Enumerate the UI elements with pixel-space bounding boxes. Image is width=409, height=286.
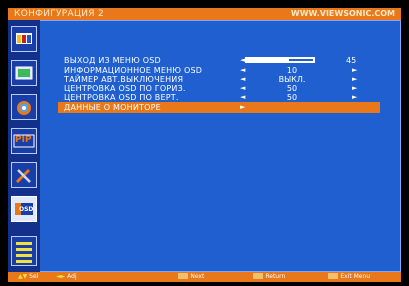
menu-item-label: ИНФОРМАЦИОННОЕ МЕНЮ OSD [64,66,203,75]
menu-item-label: ВЫХОД ИЗ МЕНЮ OSD [64,56,161,65]
setup-tools-icon[interactable] [11,162,37,188]
decrease-arrow-icon[interactable]: ◄ [240,75,245,84]
osd-label: OSD [19,206,34,213]
sleep-timer-value: ВЫКЛ. [278,75,306,84]
menu-item-monitor-info[interactable]: ДАННЫЕ О МОНИТОРЕ ► [58,102,380,113]
title-bar: КОНФИГУРАЦИЯ 2 WWW.VIEWSONIC.COM [8,8,401,20]
osd-timeout-bar-fill [246,58,289,62]
hint-return: Return [253,272,285,282]
up-down-arrows-icon: ▲▼ [18,273,28,280]
hint-adjust: ◄► Adj [56,272,77,282]
color-adjust-icon[interactable] [11,60,37,86]
brand-url: WWW.VIEWSONIC.COM [290,9,395,18]
submenu-arrow-icon: ► [240,103,246,111]
hint-select: ▲▼ Sel [18,272,38,282]
picture-adjust-icon[interactable] [11,26,37,52]
menu-item-info-osd[interactable]: ИНФОРМАЦИОННОЕ МЕНЮ OSD ◄ 10 ► [62,66,382,75]
osd-timeout-bar[interactable] [245,57,315,63]
osd-v-position-value: 50 [286,93,298,102]
increase-arrow-icon[interactable]: ► [352,66,357,75]
pip-label: PIP [15,135,32,145]
menu-item-label: ТАЙМЕР АВТ.ВЫКЛЮЧЕНИЯ [64,75,184,84]
hint-return-label: Return [265,273,286,280]
return-key-icon [253,273,264,279]
menu-item-osd-timeout[interactable]: ВЫХОД ИЗ МЕНЮ OSD ◄ 45 [62,56,382,65]
hint-exit: Exit Menu [328,272,370,282]
osd-timeout-value: 45 [346,56,357,65]
osd-screen: КОНФИГУРАЦИЯ 2 WWW.VIEWSONIC.COM PIP OSD… [0,0,409,286]
menu-item-osd-h-position[interactable]: ЦЕНТРОВКА OSD ПО ГОРИЗ. ◄ 50 ► [62,84,382,93]
hint-select-label: Sel [29,273,39,280]
osd-icon[interactable]: OSD [11,196,37,222]
info-osd-value: 10 [286,66,298,75]
increase-arrow-icon[interactable]: ► [352,75,357,84]
decrease-arrow-icon[interactable]: ◄ [240,84,245,93]
menu-item-osd-v-position[interactable]: ЦЕНТРОВКА OSD ПО ВЕРТ. ◄ 50 ► [62,93,382,102]
image-setup-icon[interactable] [11,94,37,120]
increase-arrow-icon[interactable]: ► [352,93,357,102]
menu-item-label: ЦЕНТРОВКА OSD ПО ГОРИЗ. [64,84,186,93]
decrease-arrow-icon[interactable]: ◄ [240,93,245,102]
hint-next: Next [178,272,204,282]
sidebar: PIP OSD [8,20,40,272]
footer-hint-bar: ▲▼ Sel ◄► Adj Next Return Exit Menu [8,272,401,282]
menu-item-label: ЦЕНТРОВКА OSD ПО ВЕРТ. [64,93,179,102]
pip-icon[interactable]: PIP [11,128,37,154]
hint-adjust-label: Adj [67,273,77,280]
osd-h-position-value: 50 [286,84,298,93]
hint-next-label: Next [190,273,205,280]
left-right-arrows-icon: ◄► [56,273,66,280]
menu-item-sleep-timer[interactable]: ТАЙМЕР АВТ.ВЫКЛЮЧЕНИЯ ◄ ВЫКЛ. ► [62,75,382,84]
menu-list-icon[interactable] [11,236,37,266]
decrease-arrow-icon[interactable]: ◄ [240,66,245,75]
exit-key-icon [328,273,339,279]
osd-timeout-bar-empty [288,59,313,61]
next-key-icon [178,273,189,279]
increase-arrow-icon[interactable]: ► [352,84,357,93]
menu-title: КОНФИГУРАЦИЯ 2 [14,9,105,19]
hint-exit-label: Exit Menu [340,273,371,280]
menu-item-label: ДАННЫЕ О МОНИТОРЕ [64,103,161,112]
